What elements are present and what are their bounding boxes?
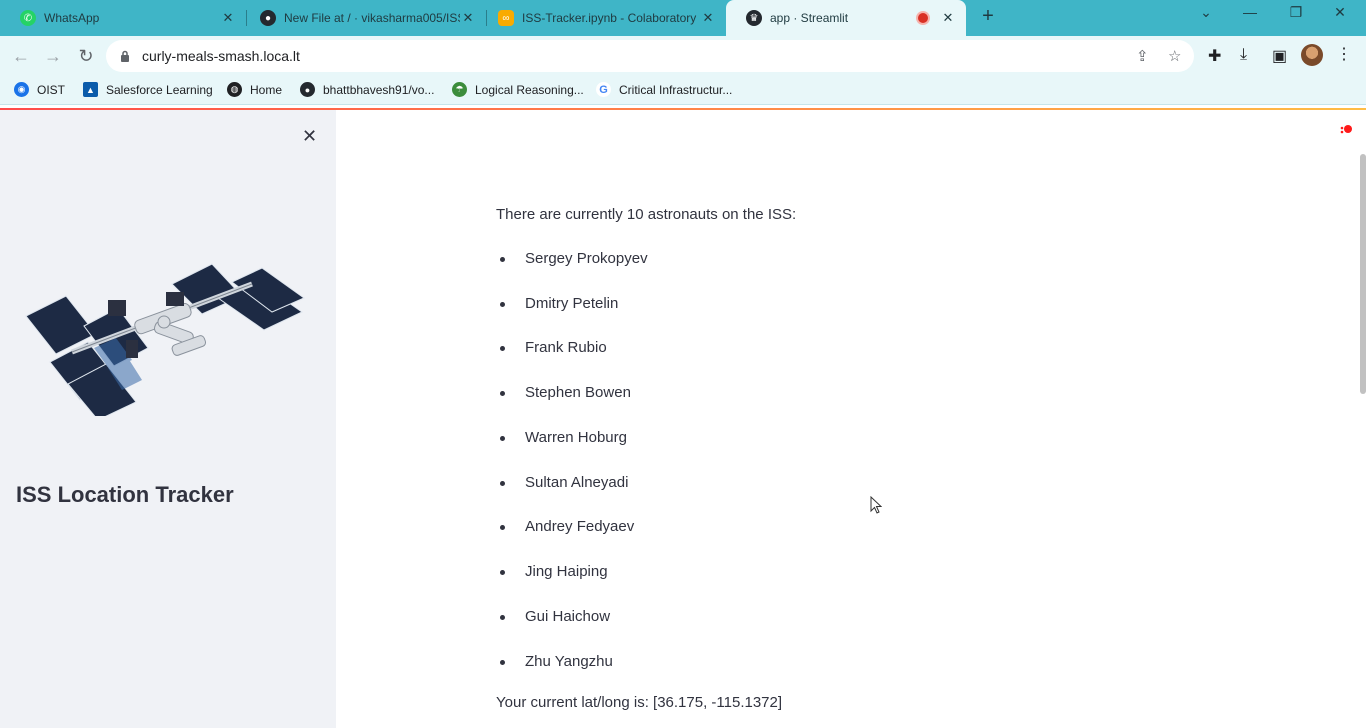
bookmark-critical-infra[interactable]: G Critical Infrastructur... (596, 82, 732, 97)
extensions-icon[interactable]: ✚ (1208, 46, 1221, 66)
tab-title: app · Streamlit (770, 11, 849, 25)
trailhead-icon: ▲ (83, 82, 98, 97)
iss-image (25, 263, 306, 416)
main-content: There are currently 10 astronauts on the… (336, 110, 1366, 728)
sidebar-title: ISS Location Tracker (16, 482, 234, 507)
google-icon: G (596, 82, 611, 97)
bookmark-logical-reasoning[interactable]: ☂ Logical Reasoning... (452, 82, 584, 97)
whatsapp-icon: ✆ (20, 10, 36, 26)
astronaut-count-text: There are currently 10 astronauts on the… (496, 206, 797, 223)
profile-avatar[interactable] (1301, 44, 1323, 66)
tab-search-icon[interactable]: ⌄ (1196, 4, 1216, 21)
tab-title: ISS-Tracker.ipynb - Colaboratory (522, 11, 697, 25)
lat-long-text: Your current lat/long is: [36.175, -115.… (496, 694, 783, 711)
url-text: curly-meals-smash.loca.lt (142, 48, 300, 64)
forward-button[interactable]: → (42, 45, 64, 67)
close-window-button[interactable]: ✕ (1330, 4, 1350, 21)
minimize-button[interactable]: — (1240, 4, 1260, 20)
bookmark-label: OIST (37, 82, 66, 97)
address-bar[interactable]: curly-meals-smash.loca.lt ⇪ ☆ (106, 40, 1194, 72)
close-icon[interactable]: ✕ (460, 10, 476, 26)
mouse-cursor-icon (870, 496, 882, 514)
tab-github-new-file[interactable]: ● New File at / · vikasharma005/ISS ✕ (240, 0, 486, 36)
content-block: There are currently 10 astronauts on the… (496, 206, 797, 711)
colab-icon: ∞ (498, 10, 514, 26)
reload-button[interactable]: ↻ (75, 45, 97, 67)
back-button[interactable]: ← (10, 45, 32, 67)
running-indicator-icon (1340, 125, 1352, 134)
bookmark-salesforce[interactable]: ▲ Salesforce Learning (83, 82, 213, 97)
bookmark-label: Salesforce Learning (106, 82, 213, 97)
lock-icon (121, 50, 129, 62)
bookmark-label: Critical Infrastructur... (619, 82, 733, 97)
bookmark-label: Logical Reasoning... (475, 82, 584, 97)
github-icon: ● (300, 82, 315, 97)
recording-icon (916, 11, 930, 25)
browser-toolbar: ← → ↻ curly-meals-smash.loca.lt ⇪ ☆ (0, 36, 1366, 76)
share-icon[interactable]: ⇪ (1136, 47, 1149, 65)
bookmark-oist[interactable]: ◉ OIST (14, 82, 65, 97)
close-sidebar-icon[interactable]: ✕ (302, 126, 317, 147)
restore-button[interactable]: ❐ (1286, 4, 1306, 21)
tab-title: WhatsApp (44, 11, 100, 25)
sidebar: ✕ ISS Location Tracker (0, 110, 336, 728)
tab-colab[interactable]: ∞ ISS-Tracker.ipynb - Colaboratory ✕ (478, 0, 726, 36)
close-icon[interactable]: ✕ (700, 10, 716, 26)
close-icon[interactable]: ✕ (220, 10, 236, 26)
scrollbar[interactable] (1360, 154, 1366, 394)
close-icon[interactable]: ✕ (940, 10, 956, 26)
tab-strip: ✆ WhatsApp ✕ ● New File at / · vikasharm… (0, 0, 1366, 36)
oist-icon: ◉ (14, 82, 29, 97)
download-icon[interactable]: ⤓ (1240, 46, 1247, 64)
bookmark-label: Home (250, 82, 283, 97)
tab-streamlit[interactable]: ♛ app · Streamlit ✕ (726, 0, 966, 36)
browser-menu-icon[interactable]: ⋮ (1336, 44, 1352, 64)
streamlit-icon: ♛ (746, 10, 762, 26)
side-panel-icon[interactable]: ▣ (1272, 46, 1287, 66)
globe-icon: ◍ (227, 82, 242, 97)
tab-whatsapp[interactable]: ✆ WhatsApp ✕ (0, 0, 246, 36)
bookmark-label: bhattbhavesh91/vo... (323, 82, 435, 97)
bookmark-home[interactable]: ◍ Home (227, 82, 282, 97)
leaf-icon: ☂ (452, 82, 467, 97)
new-tab-button[interactable]: + (978, 6, 998, 26)
github-icon: ● (260, 10, 276, 26)
tab-title: New File at / · vikasharma005/ISS (284, 11, 460, 25)
bookmark-github-repo[interactable]: ● bhattbhavesh91/vo... (300, 82, 434, 97)
bookmarks-bar: ◉ OIST ▲ Salesforce Learning ◍ Home ● bh… (0, 76, 1366, 105)
bookmark-star-icon[interactable]: ☆ (1168, 47, 1181, 65)
